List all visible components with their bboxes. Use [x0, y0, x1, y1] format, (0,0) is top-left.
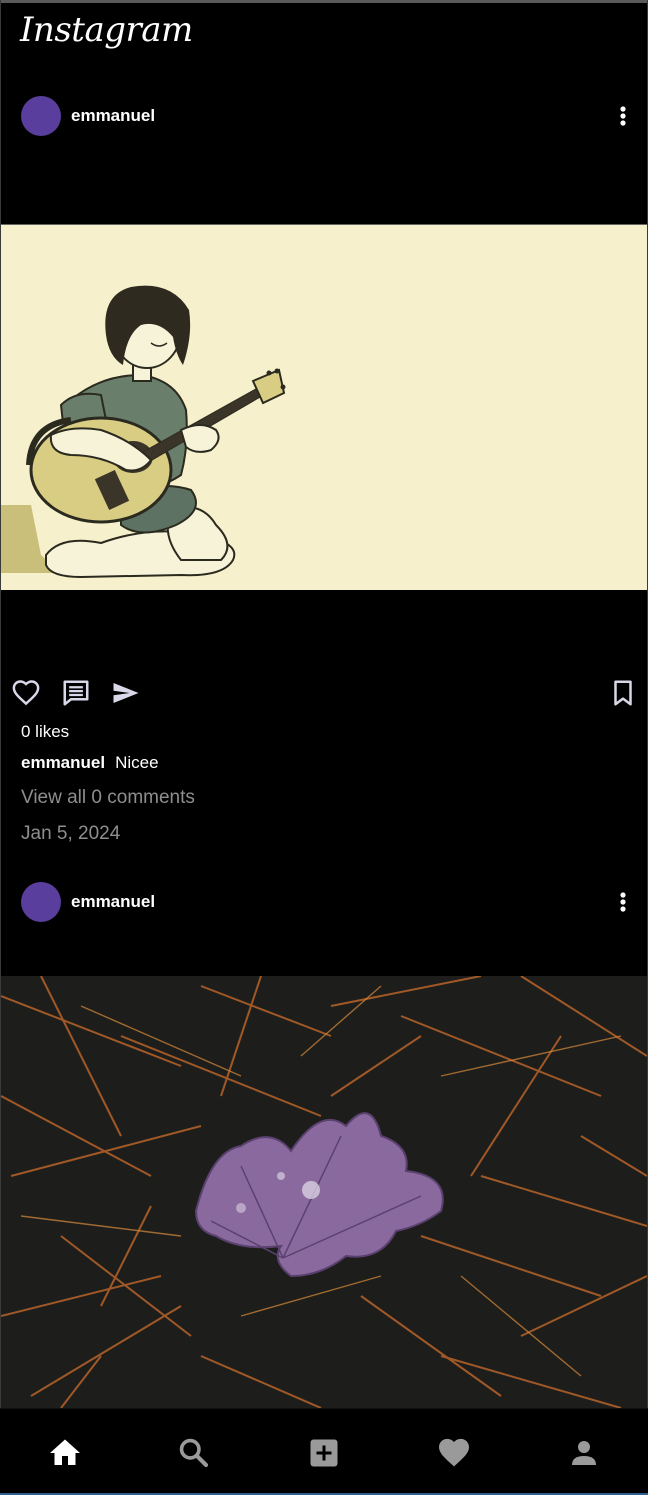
send-icon[interactable]	[111, 678, 141, 708]
post-username[interactable]: emmanuel	[71, 892, 155, 912]
guitar-girl-illustration	[1, 225, 647, 590]
leaf-photo	[0, 975, 648, 1409]
view-comments-link[interactable]: View all 0 comments	[21, 787, 195, 809]
add-box-icon[interactable]	[306, 1435, 342, 1471]
bookmark-icon[interactable]	[608, 678, 638, 708]
caption-text: Nicee	[115, 753, 159, 772]
post-date: Jan 5, 2024	[21, 823, 121, 844]
caption-username[interactable]: emmanuel	[21, 753, 105, 772]
likes-count: 0 likes	[21, 722, 70, 741]
post-image[interactable]	[1, 224, 647, 590]
post-caption: emmanuel Nicee	[21, 753, 159, 773]
more-options-icon[interactable]	[612, 102, 634, 130]
avatar[interactable]	[21, 882, 61, 922]
more-options-icon[interactable]	[612, 888, 634, 916]
avatar[interactable]	[21, 96, 61, 136]
post-header: emmanuel	[0, 880, 648, 924]
app-logo[interactable]: Instagram	[20, 10, 193, 50]
heart-outline-icon[interactable]	[11, 678, 41, 708]
window-top-border	[0, 0, 648, 3]
post-header: emmanuel	[0, 94, 648, 138]
search-icon[interactable]	[176, 1435, 212, 1471]
heart-icon[interactable]	[436, 1435, 472, 1471]
bottom-navigation	[0, 1408, 648, 1494]
post-username[interactable]: emmanuel	[71, 106, 155, 126]
comment-icon[interactable]	[61, 678, 91, 708]
home-icon[interactable]	[47, 1435, 83, 1471]
post-actions	[0, 676, 648, 710]
post-image[interactable]	[0, 975, 648, 1409]
profile-icon[interactable]	[566, 1435, 602, 1471]
